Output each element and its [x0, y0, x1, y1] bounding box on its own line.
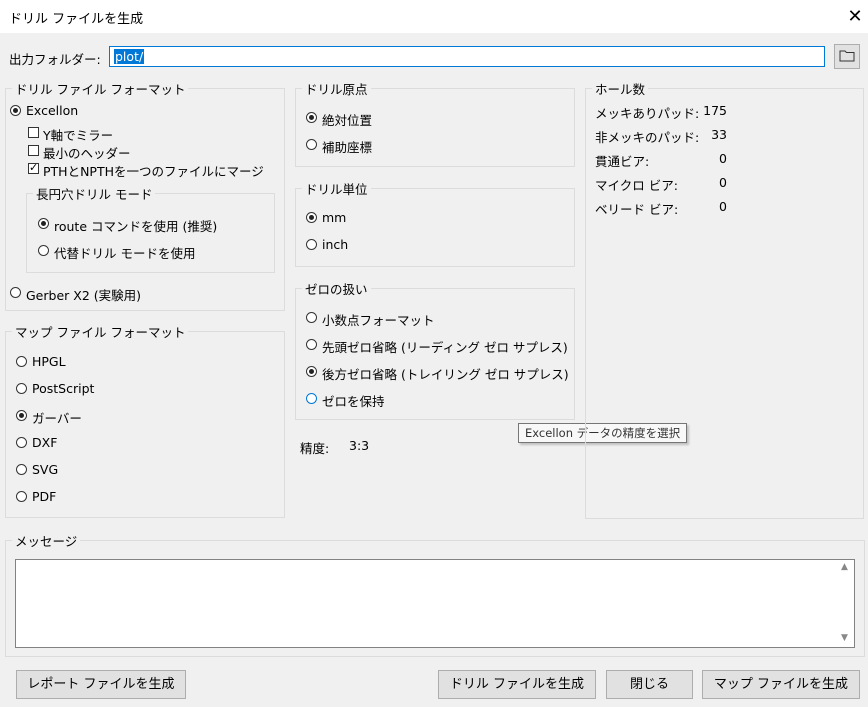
zeros-leading-label: 先頭ゼロ省略 (リーディング ゼロ サプレス) — [322, 340, 568, 355]
map-dxf-label: DXF — [32, 435, 58, 450]
gerber-x2-radio[interactable] — [10, 287, 21, 298]
map-gerber-radio[interactable] — [16, 410, 27, 421]
drill-units-legend: ドリル単位 — [305, 182, 368, 197]
zeros-decimal-radio[interactable] — [306, 312, 317, 323]
zeros-decimal-label: 小数点フォーマット — [322, 313, 435, 328]
map-gerber-label: ガーバー — [32, 411, 82, 426]
oval-drill-mode-legend: 長円穴ドリル モード — [36, 187, 153, 202]
micro-vias-label: マイクロ ビア: — [595, 178, 678, 193]
route-command-radio[interactable] — [38, 218, 49, 229]
map-hpgl-radio[interactable] — [16, 356, 27, 367]
messages-scrollbar[interactable]: ▲ ▼ — [839, 560, 854, 647]
drill-origin-legend: ドリル原点 — [305, 82, 368, 97]
zeros-leading-radio[interactable] — [306, 339, 317, 350]
merge-pth-checkbox[interactable] — [28, 161, 39, 175]
origin-absolute-label: 絶対位置 — [322, 113, 373, 128]
excellon-radio[interactable] — [10, 105, 21, 116]
map-postscript-label: PostScript — [32, 381, 95, 396]
excellon-label: Excellon — [26, 103, 79, 118]
generate-drill-button[interactable]: ドリル ファイルを生成 — [438, 670, 596, 699]
units-mm-label: mm — [322, 210, 347, 225]
through-vias-label: 貫通ビア: — [595, 154, 650, 169]
folder-icon — [839, 49, 855, 65]
mirror-y-checkbox[interactable] — [28, 127, 39, 138]
mirror-y-label: Y軸でミラー — [43, 128, 114, 143]
output-folder-label: 出力フォルダー: — [9, 52, 101, 67]
gerber-x2-label: Gerber X2 (実験用) — [26, 288, 141, 303]
zeros-keep-label: ゼロを保持 — [322, 394, 385, 409]
units-mm-radio[interactable] — [306, 212, 317, 223]
close-button[interactable]: 閉じる — [606, 670, 693, 699]
hole-counts-legend: ホール数 — [595, 82, 646, 97]
units-inch-radio[interactable] — [306, 239, 317, 250]
nonplated-pads-label: 非メッキのパッド: — [595, 130, 700, 145]
map-svg-radio[interactable] — [16, 464, 27, 475]
output-folder-input[interactable]: plot/ — [109, 46, 825, 67]
route-command-label: route コマンドを使用 (推奨) — [54, 219, 218, 234]
precision-label: 精度: — [300, 441, 330, 456]
browse-folder-button[interactable] — [834, 44, 860, 69]
origin-aux-radio[interactable] — [306, 139, 317, 150]
messages-legend: メッセージ — [15, 534, 78, 549]
plated-pads-label: メッキありパッド: — [595, 106, 700, 121]
merge-pth-label: PTHとNPTHを一つのファイルにマージ — [43, 164, 264, 179]
map-format-legend: マップ ファイル フォーマット — [15, 325, 186, 340]
map-pdf-label: PDF — [32, 489, 57, 504]
map-svg-label: SVG — [32, 462, 59, 477]
zeros-trailing-label: 後方ゼロ省略 (トレイリング ゼロ サプレス) — [322, 367, 569, 382]
map-postscript-radio[interactable] — [16, 383, 27, 394]
zeros-trailing-radio[interactable] — [306, 366, 317, 377]
precision-value: 3:3 — [349, 438, 370, 453]
window-title: ドリル ファイルを生成 — [9, 12, 144, 27]
drill-format-legend: ドリル ファイル フォーマット — [15, 82, 186, 97]
map-pdf-radio[interactable] — [16, 491, 27, 502]
minimal-header-label: 最小のヘッダー — [43, 146, 131, 161]
scroll-up-icon[interactable]: ▲ — [841, 562, 848, 572]
alt-drill-mode-label: 代替ドリル モードを使用 — [54, 246, 196, 261]
messages-textarea[interactable] — [15, 559, 855, 648]
close-icon[interactable]: ✕ — [842, 4, 868, 30]
origin-aux-label: 補助座標 — [322, 140, 373, 155]
generate-map-button[interactable]: マップ ファイルを生成 — [702, 670, 860, 699]
zeros-keep-radio[interactable] — [306, 393, 317, 404]
units-inch-label: inch — [322, 237, 349, 252]
map-dxf-radio[interactable] — [16, 437, 27, 448]
alt-drill-mode-radio[interactable] — [38, 245, 49, 256]
generate-report-button[interactable]: レポート ファイルを生成 — [16, 670, 186, 699]
scroll-down-icon[interactable]: ▼ — [841, 633, 848, 643]
map-hpgl-label: HPGL — [32, 354, 66, 369]
buried-vias-label: ベリード ビア: — [595, 202, 679, 217]
origin-absolute-radio[interactable] — [306, 112, 317, 123]
minimal-header-checkbox[interactable] — [28, 145, 39, 156]
output-folder-value: plot/ — [114, 49, 145, 64]
zeros-format-legend: ゼロの扱い — [305, 282, 368, 297]
